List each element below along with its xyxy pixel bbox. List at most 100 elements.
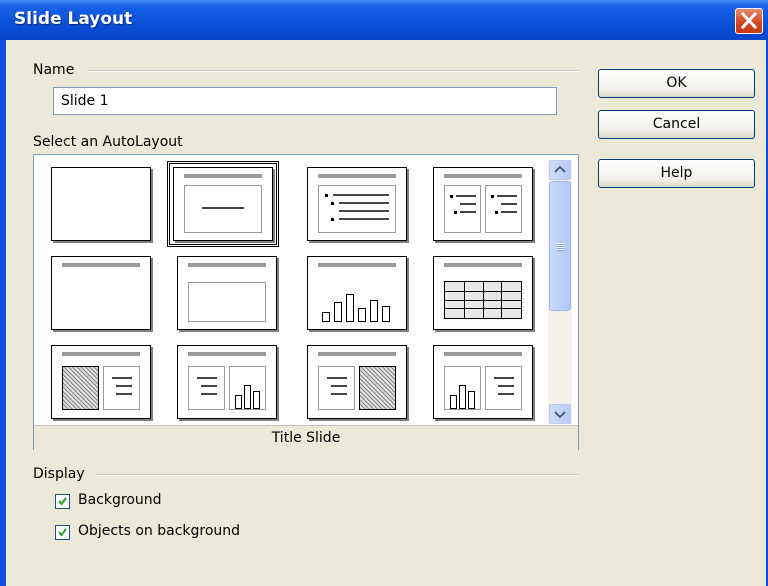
text-placeholder bbox=[188, 282, 266, 322]
content-placeholder bbox=[318, 185, 396, 233]
clipart-placeholder bbox=[62, 366, 99, 410]
layout-title-text-chart[interactable] bbox=[177, 345, 277, 419]
title-placeholder bbox=[318, 174, 396, 178]
name-input[interactable] bbox=[53, 87, 557, 115]
subtitle-line bbox=[202, 207, 244, 209]
layout-centered-text[interactable] bbox=[177, 256, 277, 330]
name-label: Name bbox=[33, 62, 75, 78]
scroll-down-button[interactable] bbox=[549, 404, 571, 424]
chart-bar bbox=[346, 294, 354, 322]
title-placeholder bbox=[62, 352, 140, 356]
bullet bbox=[325, 194, 328, 197]
title-placeholder bbox=[318, 352, 396, 356]
layout-title-content[interactable] bbox=[307, 167, 407, 241]
chart-bar bbox=[253, 391, 260, 409]
text-line bbox=[116, 385, 132, 387]
clipart-placeholder bbox=[359, 366, 396, 410]
text-line bbox=[201, 393, 217, 395]
cancel-button[interactable]: Cancel bbox=[598, 110, 755, 139]
chart-bar bbox=[334, 302, 342, 322]
title-placeholder bbox=[444, 263, 522, 267]
name-separator bbox=[87, 70, 578, 72]
text-line bbox=[339, 218, 389, 220]
text-placeholder bbox=[188, 366, 225, 410]
text-placeholder bbox=[103, 366, 140, 410]
text-placeholder bbox=[318, 366, 355, 410]
layout-title-slide[interactable] bbox=[167, 161, 279, 247]
autolayout-label: Select an AutoLayout bbox=[33, 134, 183, 150]
content-placeholder-left bbox=[444, 185, 481, 233]
chart-placeholder bbox=[318, 274, 396, 322]
layout-title-chart-text[interactable] bbox=[433, 345, 533, 419]
autolayout-list[interactable] bbox=[33, 154, 579, 450]
scroll-down-arrow-icon bbox=[554, 411, 566, 419]
slide-layout-dialog: Slide Layout Name OK Cancel Help Select … bbox=[0, 0, 768, 586]
chart-placeholder bbox=[444, 366, 481, 410]
text-line bbox=[498, 393, 514, 395]
text-line bbox=[498, 385, 514, 387]
background-checkbox[interactable] bbox=[55, 494, 70, 509]
close-button[interactable] bbox=[735, 8, 763, 34]
text-line bbox=[333, 194, 389, 196]
display-separator bbox=[96, 474, 578, 476]
text-line bbox=[456, 195, 476, 197]
objects-on-background-checkbox[interactable] bbox=[55, 525, 70, 540]
chart-bar bbox=[370, 300, 378, 322]
bullet bbox=[331, 218, 334, 221]
help-button[interactable]: Help bbox=[598, 159, 755, 188]
close-icon bbox=[740, 11, 758, 30]
layout-title-spreadsheet[interactable] bbox=[433, 256, 533, 330]
text-placeholder bbox=[485, 366, 522, 410]
text-line bbox=[116, 393, 132, 395]
title-placeholder bbox=[62, 263, 140, 267]
subtitle-placeholder bbox=[184, 185, 262, 233]
text-line bbox=[331, 385, 347, 387]
layout-scrollbar[interactable] bbox=[548, 160, 572, 424]
content-placeholder-right bbox=[485, 185, 522, 233]
help-button-label: Help bbox=[660, 165, 693, 181]
text-line bbox=[501, 211, 517, 213]
chart-bar bbox=[358, 308, 366, 322]
scroll-up-button[interactable] bbox=[549, 160, 571, 180]
title-placeholder bbox=[188, 352, 266, 356]
chart-bar bbox=[468, 391, 475, 409]
title-placeholder bbox=[444, 174, 522, 178]
layout-title-2-content[interactable] bbox=[433, 167, 533, 241]
selected-layout-caption: Title Slide bbox=[34, 425, 578, 450]
text-line bbox=[501, 203, 517, 205]
title-placeholder bbox=[318, 263, 396, 267]
checkmark-icon bbox=[58, 528, 67, 537]
checkmark-icon bbox=[58, 497, 67, 506]
chart-bar bbox=[235, 395, 242, 409]
bullet bbox=[331, 202, 334, 205]
text-line bbox=[201, 385, 217, 387]
bullet bbox=[454, 211, 457, 214]
text-line bbox=[460, 203, 476, 205]
objects-on-background-label[interactable]: Objects on background bbox=[78, 523, 240, 539]
text-line bbox=[327, 377, 347, 379]
text-line bbox=[497, 195, 517, 197]
chart-placeholder bbox=[229, 366, 266, 410]
text-line bbox=[331, 393, 347, 395]
title-bar[interactable]: Slide Layout bbox=[0, 0, 768, 40]
chart-bar bbox=[459, 385, 466, 409]
scroll-thumb[interactable] bbox=[549, 181, 571, 311]
text-line bbox=[339, 210, 389, 212]
layout-title-clipart-text[interactable] bbox=[51, 345, 151, 419]
text-line bbox=[112, 377, 132, 379]
title-placeholder bbox=[188, 263, 266, 267]
background-label[interactable]: Background bbox=[78, 492, 162, 508]
spreadsheet-placeholder bbox=[444, 281, 522, 319]
layout-title-only[interactable] bbox=[51, 256, 151, 330]
ok-button[interactable]: OK bbox=[598, 69, 755, 98]
bullet bbox=[450, 195, 453, 198]
layout-title-chart[interactable] bbox=[307, 256, 407, 330]
layout-blank[interactable] bbox=[51, 167, 151, 241]
display-label: Display bbox=[33, 466, 85, 482]
chart-bar bbox=[244, 385, 251, 409]
bullet bbox=[495, 211, 498, 214]
chart-bar bbox=[322, 312, 330, 322]
text-line bbox=[494, 377, 514, 379]
text-line bbox=[339, 202, 389, 204]
layout-title-text-clipart[interactable] bbox=[307, 345, 407, 419]
